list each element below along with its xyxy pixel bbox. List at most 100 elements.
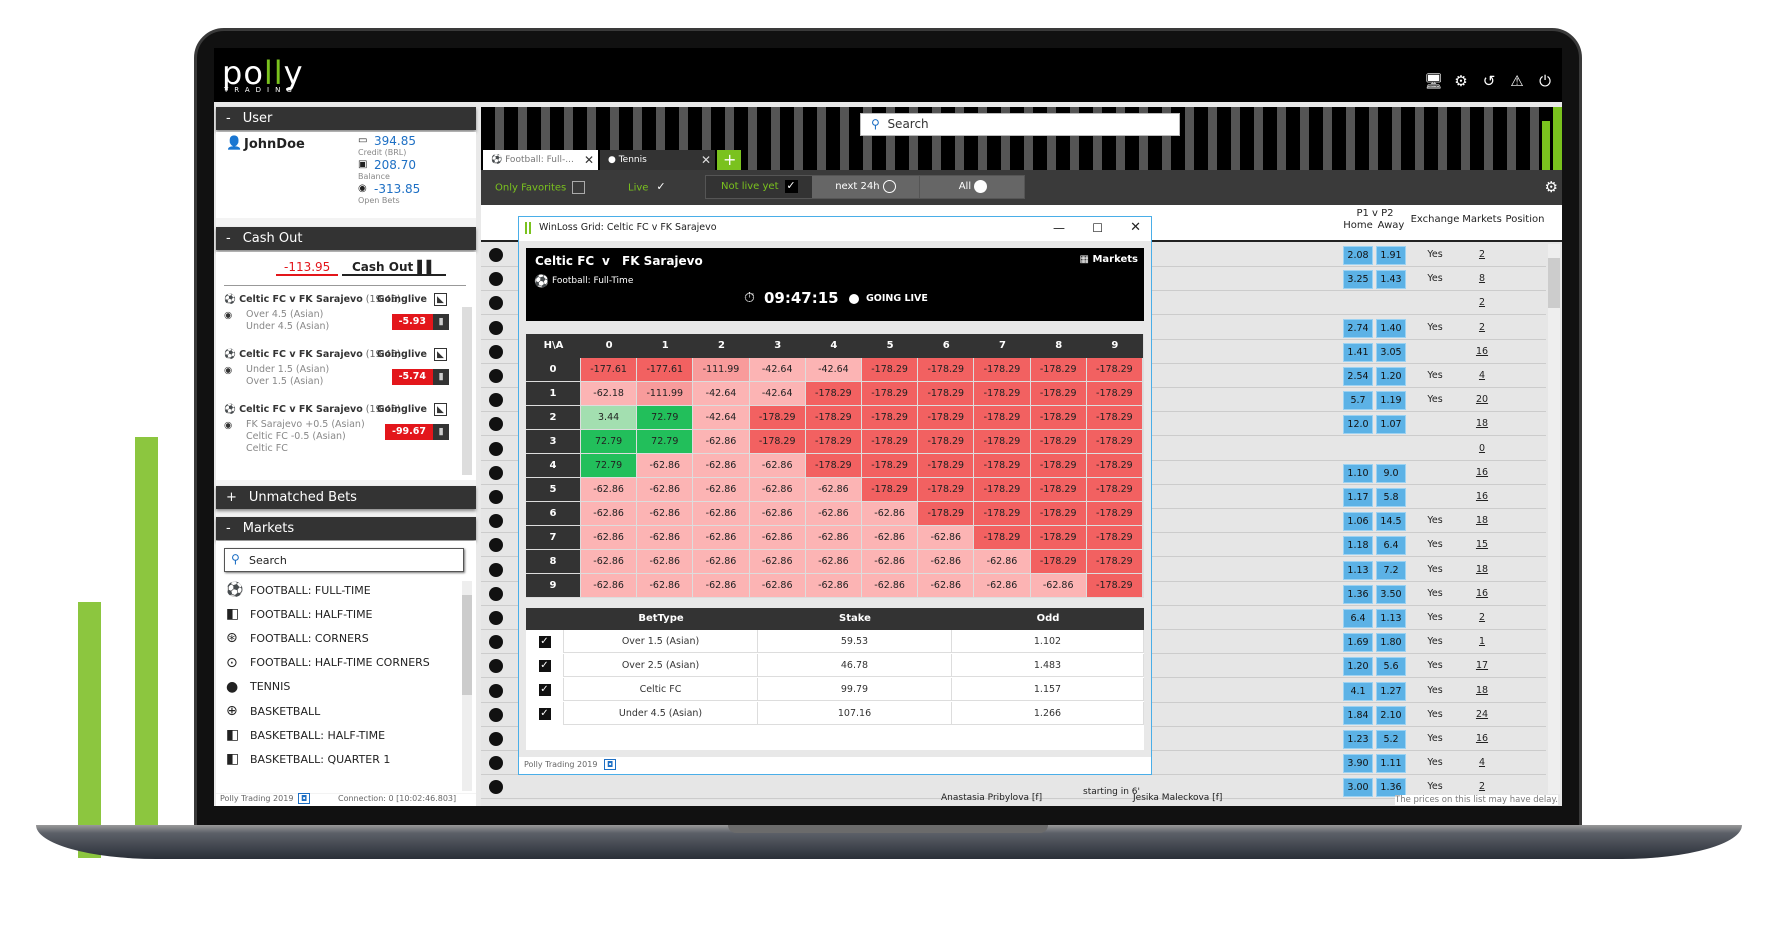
window-title-bar[interactable]: WinLoss Grid: Celtic FC v FK Sarajevo — … [519, 217, 1151, 241]
markets-count-link[interactable]: 15 [1470, 539, 1494, 550]
unmatched-panel-header[interactable]: + Unmatched Bets [216, 486, 476, 509]
markets-count-link[interactable]: 2 [1470, 249, 1494, 260]
markets-count-link[interactable]: 16 [1470, 588, 1494, 599]
tab-football[interactable]: ⚽ Football: Full-... ✕ [483, 150, 598, 170]
markets-count-link[interactable]: 18 [1470, 685, 1494, 696]
away-odds-button[interactable]: 9.0 [1376, 463, 1406, 483]
gear-icon[interactable]: ⚙ [1545, 178, 1558, 196]
markets-count-link[interactable]: 18 [1470, 564, 1494, 575]
home-odds-button[interactable]: 1.36 [1343, 584, 1373, 604]
away-odds-button[interactable]: 1.40 [1376, 318, 1406, 338]
home-odds-button[interactable]: 12.0 [1343, 415, 1373, 435]
home-odds-button[interactable]: 1.69 [1343, 633, 1373, 653]
home-odds-button[interactable]: 1.20 [1343, 657, 1373, 677]
markets-button[interactable]: ▦ Markets [1080, 254, 1138, 265]
markets-count-link[interactable]: 2 [1470, 297, 1494, 308]
exchange-header[interactable]: Exchange [1407, 214, 1463, 226]
markets-search-input[interactable]: ⚲ Search [224, 548, 464, 572]
eye-icon[interactable]: ◉ [224, 310, 232, 321]
power-icon[interactable]: ⏻ [1536, 72, 1554, 90]
market-item[interactable]: ⊛ FOOTBALL: CORNERS [226, 630, 369, 646]
home-odds-button[interactable]: 3.25 [1343, 270, 1373, 290]
away-odds-button[interactable]: 7.2 [1376, 560, 1406, 580]
markets-header[interactable]: Markets [1459, 214, 1505, 226]
home-odds-button[interactable]: 1.17 [1343, 488, 1373, 507]
bets-column-header[interactable]: BetType [564, 608, 758, 630]
markets-count-link[interactable]: 8 [1470, 273, 1494, 284]
camera-icon[interactable]: ◘ [603, 759, 617, 770]
list-scrollbar[interactable] [1548, 244, 1560, 794]
not-live-yet-toggle[interactable]: Not live yet ✓ [706, 176, 812, 198]
bets-column-header[interactable]: Odd [952, 608, 1144, 630]
eye-icon[interactable]: ◉ [224, 365, 232, 376]
markets-count-link[interactable]: 17 [1470, 660, 1494, 671]
cashout-value-button[interactable]: -5.93 ▮ [391, 314, 449, 330]
home-odds-button[interactable]: 3.00 [1343, 778, 1373, 798]
cashout-value-button[interactable]: -99.67 ▮ [385, 424, 449, 440]
camera-icon[interactable]: ◘ [298, 793, 311, 804]
cashout-value-button[interactable]: -5.74 ▮ [391, 369, 449, 385]
markets-count-link[interactable]: 2 [1470, 781, 1494, 792]
market-item[interactable]: ◧ BASKETBALL: QUARTER 1 [226, 751, 390, 767]
markets-count-link[interactable]: 2 [1470, 612, 1494, 623]
chart-icon[interactable]: ▮ [433, 314, 449, 330]
away-header[interactable]: Away [1373, 220, 1409, 232]
cashout-scrollbar[interactable] [462, 307, 472, 475]
bet-checkbox[interactable]: ✓ [526, 702, 564, 725]
market-item[interactable]: ● TENNIS [226, 679, 290, 695]
home-odds-button[interactable]: 1.23 [1343, 730, 1373, 749]
user-panel-header[interactable]: - User [216, 107, 476, 130]
close-button[interactable]: ✕ [1130, 217, 1141, 239]
event-search-input[interactable]: ⚲ Search [860, 113, 1180, 136]
home-odds-button[interactable]: 6.4 [1343, 609, 1373, 628]
market-item[interactable]: ◧ BASKETBALL: HALF-TIME [226, 727, 385, 743]
away-odds-button[interactable]: 5.8 [1376, 488, 1406, 507]
bet-checkbox[interactable]: ✓ [526, 630, 564, 653]
away-odds-button[interactable]: 6.4 [1376, 536, 1406, 556]
cashout-panel-header[interactable]: - Cash Out [216, 227, 476, 250]
bet-checkbox[interactable]: ✓ [526, 678, 564, 701]
chart-icon[interactable]: ▮ [433, 369, 449, 385]
home-odds-button[interactable]: 5.7 [1343, 391, 1373, 411]
market-item[interactable]: ⊕ BASKETBALL [226, 703, 320, 719]
close-icon[interactable]: ✕ [584, 150, 594, 170]
gear-icon[interactable]: ⚙ [1452, 72, 1470, 90]
markets-count-link[interactable]: 16 [1470, 491, 1494, 502]
home-odds-button[interactable]: 1.18 [1343, 536, 1373, 556]
open-event-icon[interactable]: ◣ [434, 293, 447, 306]
market-item[interactable]: ⚽ FOOTBALL: FULL-TIME [226, 582, 371, 598]
away-odds-button[interactable]: 2.10 [1376, 705, 1406, 725]
cashout-button[interactable]: Cash Out ▌▌ [342, 260, 446, 276]
away-odds-button[interactable]: 1.13 [1376, 609, 1406, 628]
close-icon[interactable]: ✕ [701, 150, 711, 170]
markets-count-link[interactable]: 16 [1470, 346, 1494, 357]
markets-count-link[interactable]: 18 [1470, 515, 1494, 526]
home-odds-button[interactable]: 3.90 [1343, 754, 1373, 774]
minimize-button[interactable]: — [1053, 217, 1065, 239]
home-odds-button[interactable]: 4.1 [1343, 681, 1373, 701]
open-event-icon[interactable]: ◣ [434, 348, 447, 361]
away-odds-button[interactable]: 1.19 [1376, 391, 1406, 411]
away-odds-button[interactable]: 1.20 [1376, 367, 1406, 386]
markets-count-link[interactable]: 4 [1470, 757, 1494, 768]
monitor-settings-icon[interactable]: 🖥 [1424, 72, 1443, 90]
away-odds-button[interactable]: 1.80 [1376, 633, 1406, 653]
home-odds-button[interactable]: 2.54 [1343, 367, 1373, 386]
away-odds-button[interactable]: 3.50 [1376, 584, 1406, 604]
tab-tennis[interactable]: ● Tennis ✕ [600, 150, 715, 170]
markets-count-link[interactable]: 24 [1470, 709, 1494, 720]
market-item[interactable]: ⊙ FOOTBALL: HALF-TIME CORNERS [226, 655, 430, 671]
home-header[interactable]: Home [1339, 220, 1377, 232]
maximize-button[interactable]: ☐ [1092, 217, 1103, 239]
live-toggle[interactable]: Live ✓ [628, 181, 667, 194]
bets-column-header[interactable]: Stake [758, 608, 952, 630]
markets-count-link[interactable]: 4 [1470, 370, 1494, 381]
away-odds-button[interactable]: 3.05 [1376, 342, 1406, 362]
markets-count-link[interactable]: 0 [1470, 443, 1494, 454]
away-odds-button[interactable]: 1.91 [1376, 246, 1406, 265]
home-odds-button[interactable]: 1.06 [1343, 512, 1373, 532]
markets-count-link[interactable]: 2 [1470, 322, 1494, 333]
markets-panel-header[interactable]: - Markets [216, 517, 476, 540]
next-24h-option[interactable]: next 24h [812, 176, 920, 198]
markets-count-link[interactable]: 18 [1470, 418, 1494, 429]
